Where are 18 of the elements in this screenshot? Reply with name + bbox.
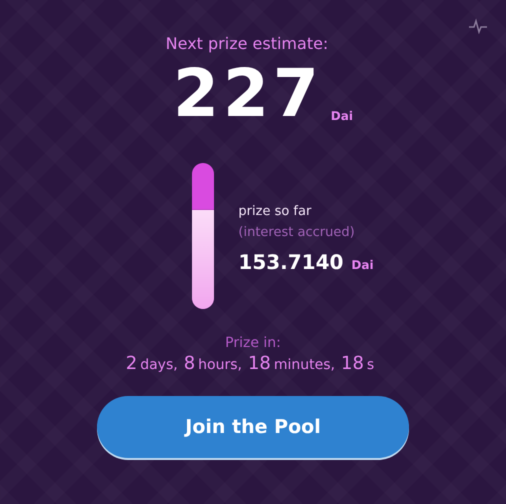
prize-label: prize so far: [238, 204, 312, 219]
countdown-value: 18: [248, 353, 271, 374]
countdown-label: Prize in:: [225, 335, 281, 351]
countdown-unit: days,: [140, 357, 178, 373]
estimate-label: Next prize estimate:: [166, 34, 328, 53]
countdown-value: 2: [126, 353, 138, 374]
prize-unit: Dai: [351, 258, 374, 272]
prize-note: (interest accrued): [238, 225, 356, 240]
countdown-unit: hours,: [198, 357, 242, 373]
countdown-unit: s: [366, 357, 374, 373]
countdown-value: 8: [184, 353, 196, 374]
countdown-value: 18: [341, 353, 364, 374]
estimate-amount: 227: [173, 61, 323, 127]
countdown-unit: minutes,: [274, 357, 336, 373]
activity-icon[interactable]: [468, 18, 488, 34]
join-button[interactable]: Join the Pool: [97, 396, 409, 458]
estimate-unit: Dai: [330, 109, 353, 123]
prize-amount: 153.7140: [238, 250, 344, 274]
